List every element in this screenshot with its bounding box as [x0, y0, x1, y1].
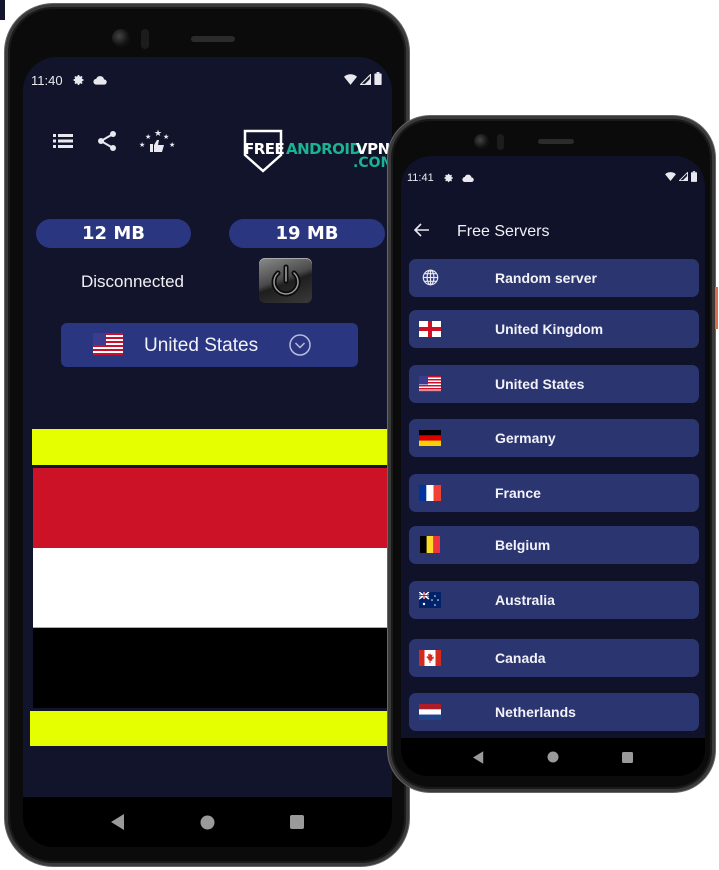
toolbar: ★ ★ ★ ★ ★ — [51, 129, 175, 153]
belgium-flag-icon — [419, 536, 441, 553]
front-camera — [112, 29, 130, 47]
banner-band-yellow-bottom — [30, 711, 390, 746]
banner-band-black — [33, 628, 392, 708]
germany-flag-icon — [419, 429, 441, 446]
australia-flag-icon — [419, 591, 441, 608]
servers-header: Free Servers — [401, 221, 705, 245]
canada-flag-icon — [419, 649, 441, 666]
wifi-icon — [665, 172, 676, 184]
server-name: Canada — [495, 650, 546, 666]
chevron-down-circle-icon — [288, 333, 312, 362]
front-camera — [474, 134, 489, 149]
server-item-netherlands[interactable]: Netherlands — [409, 693, 699, 731]
nav-back-button[interactable] — [472, 750, 484, 764]
settings-icon — [73, 74, 85, 86]
connection-status: Disconnected — [81, 272, 185, 291]
svg-text:★: ★ — [163, 133, 169, 141]
svg-text:★: ★ — [154, 129, 162, 139]
cloud-icon — [462, 174, 474, 182]
server-item-canada[interactable]: Canada — [409, 639, 699, 677]
rate-app-icon[interactable]: ★ ★ ★ ★ ★ — [139, 129, 175, 153]
globe-icon — [419, 269, 441, 286]
earpiece-speaker — [538, 139, 574, 144]
svg-text:★: ★ — [139, 141, 145, 149]
share-icon[interactable] — [95, 129, 119, 153]
cloud-icon — [93, 75, 107, 85]
battery-icon — [374, 72, 382, 88]
selected-country-name: United States — [144, 335, 259, 356]
server-name: France — [495, 485, 541, 501]
banner-band-red — [33, 468, 392, 548]
main-screen: 11:40 ★ ★ ★ ★ ★ FREE ANDROID VPN .COM 12… — [23, 57, 392, 847]
svg-text:★: ★ — [169, 141, 175, 149]
power-side-button — [715, 287, 718, 329]
menu-list-icon[interactable] — [51, 129, 75, 153]
sensor — [497, 134, 504, 150]
page-title: Free Servers — [457, 223, 550, 240]
nav-recents-button[interactable] — [290, 815, 305, 829]
flag-banner — [23, 429, 392, 747]
logo-android: ANDROID — [286, 140, 362, 158]
server-item-germany[interactable]: Germany — [409, 419, 699, 457]
server-item-france[interactable]: France — [409, 474, 699, 512]
server-name: Netherlands — [495, 704, 576, 720]
signal-icon — [678, 171, 688, 184]
england-flag-icon — [419, 320, 441, 337]
wifi-icon — [344, 73, 357, 88]
server-item-uk[interactable]: United Kingdom — [409, 310, 699, 348]
power-button[interactable] — [259, 258, 312, 303]
us-flag-icon — [93, 333, 123, 360]
download-stat: 12 MB — [36, 219, 191, 248]
corner-mark — [0, 0, 5, 20]
signal-icon — [359, 72, 371, 88]
status-bar: 11:40 — [23, 71, 392, 89]
sensor — [141, 29, 149, 49]
nav-back-button[interactable] — [110, 814, 125, 830]
server-name: United States — [495, 376, 585, 392]
nav-home-button[interactable] — [547, 751, 559, 763]
status-bar: 11:41 — [401, 170, 705, 186]
battery-icon — [691, 171, 697, 185]
nav-bar — [401, 738, 705, 776]
svg-text:★: ★ — [145, 133, 151, 141]
server-name: Random server — [495, 270, 597, 286]
server-name: Australia — [495, 592, 555, 608]
server-item-us[interactable]: United States — [409, 365, 699, 403]
earpiece-speaker — [191, 36, 235, 42]
banner-band-white — [33, 548, 392, 628]
servers-screen: 11:41 Free Servers Random server United … — [401, 156, 705, 776]
nav-home-button[interactable] — [200, 815, 215, 830]
banner-band-yellow-top — [32, 429, 392, 465]
server-item-belgium[interactable]: Belgium — [409, 526, 699, 564]
server-item-random[interactable]: Random server — [409, 259, 699, 297]
us-flag-icon — [419, 375, 441, 392]
server-name: Germany — [495, 430, 556, 446]
settings-icon — [444, 173, 454, 183]
country-selector[interactable]: United States — [61, 323, 358, 367]
arrow-left-icon[interactable] — [413, 223, 430, 242]
server-item-australia[interactable]: Australia — [409, 581, 699, 619]
upload-stat: 19 MB — [229, 219, 385, 248]
france-flag-icon — [419, 484, 441, 501]
nav-bar — [23, 797, 392, 847]
servers-phone-frame: 11:41 Free Servers Random server United … — [388, 116, 718, 792]
logo-com: .COM — [353, 155, 392, 171]
brand-logo: FREE ANDROID VPN .COM — [243, 129, 392, 173]
server-name: Belgium — [495, 537, 551, 553]
status-time: 11:41 — [407, 172, 434, 184]
status-time: 11:40 — [31, 72, 63, 88]
power-icon — [271, 264, 300, 296]
nav-recents-button[interactable] — [622, 751, 634, 763]
netherlands-flag-icon — [419, 703, 441, 720]
main-phone-frame: 11:40 ★ ★ ★ ★ ★ FREE ANDROID VPN .COM 12… — [5, 4, 409, 866]
logo-free: FREE — [244, 140, 285, 158]
server-name: United Kingdom — [495, 321, 604, 337]
